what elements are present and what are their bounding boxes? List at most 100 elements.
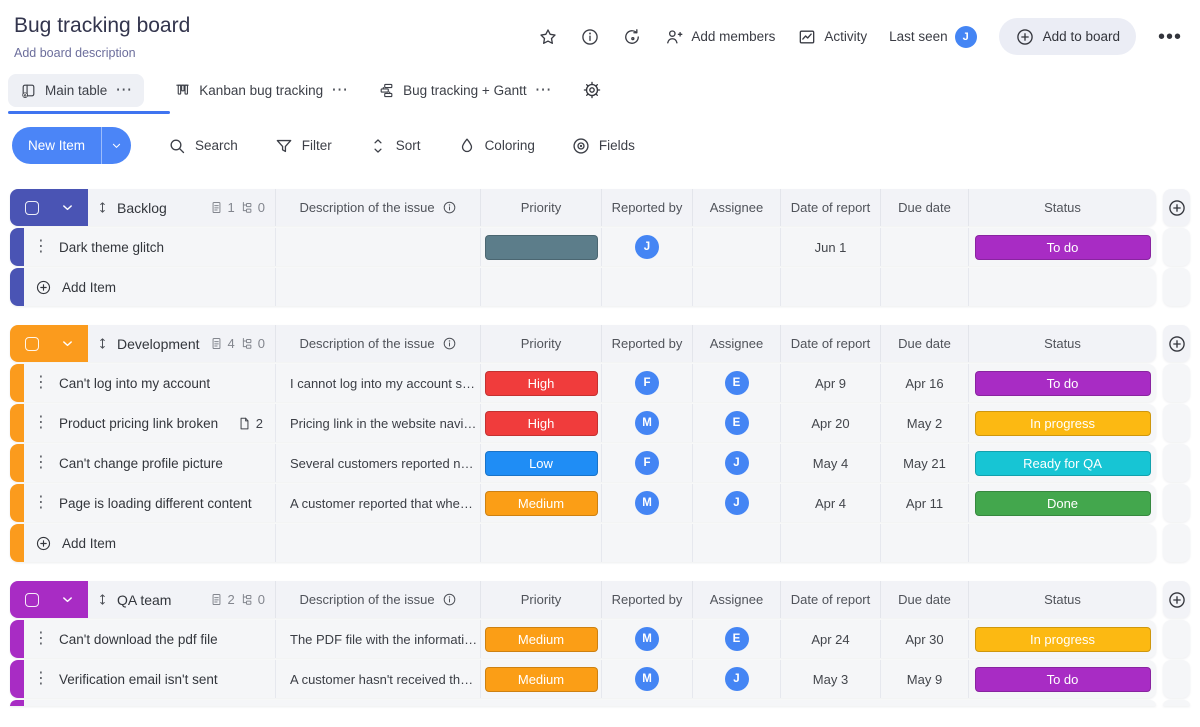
due-date-cell[interactable] bbox=[880, 228, 968, 266]
page-title[interactable]: Bug tracking board bbox=[14, 14, 190, 38]
item-menu-button[interactable]: ⋮ bbox=[33, 375, 49, 391]
description-cell[interactable] bbox=[275, 228, 480, 266]
due-date-cell[interactable]: Apr 30 bbox=[880, 620, 968, 658]
add-item-button[interactable]: Add Item bbox=[24, 524, 275, 562]
column-header-due-date[interactable]: Due date bbox=[880, 581, 968, 618]
person-avatar[interactable]: J bbox=[725, 491, 749, 515]
chevron-down-icon[interactable] bbox=[60, 336, 75, 351]
reported-by-cell[interactable]: J bbox=[601, 228, 692, 266]
due-date-cell[interactable]: May 21 bbox=[880, 444, 968, 482]
person-avatar[interactable]: M bbox=[635, 667, 659, 691]
due-date-cell[interactable]: Apr 16 bbox=[880, 364, 968, 402]
item-menu-button[interactable]: ⋮ bbox=[33, 671, 49, 687]
group-collapse-pill[interactable] bbox=[10, 581, 88, 618]
reported-by-cell[interactable]: M bbox=[601, 484, 692, 522]
person-avatar[interactable]: J bbox=[725, 451, 749, 475]
assignee-cell[interactable]: J bbox=[692, 444, 780, 482]
add-item-button[interactable]: Add Item bbox=[24, 268, 275, 306]
column-header-status[interactable]: Status bbox=[968, 325, 1156, 362]
column-header-reported-by[interactable]: Reported by bbox=[601, 581, 692, 618]
assignee-cell[interactable]: E bbox=[692, 620, 780, 658]
column-header-due-date[interactable]: Due date bbox=[880, 189, 968, 226]
assignee-cell[interactable]: E bbox=[692, 404, 780, 442]
filter-button[interactable]: Filter bbox=[274, 136, 332, 156]
priority-cell[interactable]: Medium bbox=[480, 620, 601, 658]
integrate-button[interactable] bbox=[622, 27, 642, 47]
group-checkbox[interactable] bbox=[25, 201, 39, 215]
person-avatar[interactable]: E bbox=[725, 371, 749, 395]
tab-kanban-bug-tracking[interactable]: Kanban bug tracking ⋯ bbox=[174, 82, 348, 99]
due-date-cell[interactable]: May 2 bbox=[880, 404, 968, 442]
group-checkbox[interactable] bbox=[25, 593, 39, 607]
group-name[interactable]: QA team bbox=[117, 592, 171, 608]
date-of-report-cell[interactable]: Apr 20 bbox=[780, 404, 880, 442]
person-avatar[interactable]: F bbox=[635, 451, 659, 475]
add-to-board-button[interactable]: Add to board bbox=[999, 18, 1136, 55]
item-name[interactable]: Verification email isn't sent bbox=[59, 672, 218, 687]
new-item-dropdown[interactable] bbox=[101, 127, 131, 164]
reported-by-cell[interactable]: F bbox=[601, 364, 692, 402]
column-header-assignee[interactable]: Assignee bbox=[692, 189, 780, 226]
priority-cell[interactable] bbox=[480, 228, 601, 266]
last-seen-avatar[interactable]: J bbox=[955, 26, 977, 48]
due-date-cell[interactable]: Apr 11 bbox=[880, 484, 968, 522]
column-header-date-of-report[interactable]: Date of report bbox=[780, 189, 880, 226]
column-header-priority[interactable]: Priority bbox=[480, 189, 601, 226]
due-date-cell[interactable]: May 9 bbox=[880, 660, 968, 698]
group-name[interactable]: Backlog bbox=[117, 200, 167, 216]
group-collapse-pill[interactable] bbox=[10, 189, 88, 226]
person-avatar[interactable]: M bbox=[635, 411, 659, 435]
status-cell[interactable]: To do bbox=[968, 228, 1156, 266]
column-header-description[interactable]: Description of the issue bbox=[275, 325, 480, 362]
description-cell[interactable]: Pricing link in the website navi… bbox=[275, 404, 480, 442]
date-of-report-cell[interactable]: Apr 24 bbox=[780, 620, 880, 658]
column-header-reported-by[interactable]: Reported by bbox=[601, 189, 692, 226]
item-menu-button[interactable]: ⋮ bbox=[33, 455, 49, 471]
new-item-button[interactable]: New Item bbox=[12, 127, 131, 164]
person-avatar[interactable]: M bbox=[635, 627, 659, 651]
date-of-report-cell[interactable]: May 3 bbox=[780, 660, 880, 698]
drag-handle-icon[interactable] bbox=[95, 336, 110, 351]
priority-cell[interactable]: High bbox=[480, 404, 601, 442]
date-of-report-cell[interactable]: May 4 bbox=[780, 444, 880, 482]
person-avatar[interactable]: F bbox=[635, 371, 659, 395]
column-header-due-date[interactable]: Due date bbox=[880, 325, 968, 362]
new-item-label[interactable]: New Item bbox=[12, 127, 101, 164]
status-cell[interactable]: In progress bbox=[968, 620, 1156, 658]
item-name[interactable]: Dark theme glitch bbox=[59, 240, 164, 255]
date-of-report-cell[interactable]: Apr 4 bbox=[780, 484, 880, 522]
assignee-cell[interactable]: J bbox=[692, 484, 780, 522]
description-cell[interactable]: I cannot log into my account s… bbox=[275, 364, 480, 402]
info-icon[interactable] bbox=[442, 592, 457, 607]
group-checkbox[interactable] bbox=[25, 337, 39, 351]
description-cell[interactable]: A customer hasn't received th… bbox=[275, 660, 480, 698]
status-cell[interactable]: Ready for QA bbox=[968, 444, 1156, 482]
sort-button[interactable]: Sort bbox=[368, 136, 421, 156]
file-count-badge[interactable]: 2 bbox=[237, 416, 263, 431]
item-name[interactable]: Can't change profile picture bbox=[59, 456, 223, 471]
assignee-cell[interactable]: J bbox=[692, 660, 780, 698]
column-header-assignee[interactable]: Assignee bbox=[692, 325, 780, 362]
item-menu-button[interactable]: ⋮ bbox=[33, 631, 49, 647]
last-seen[interactable]: Last seen J bbox=[889, 26, 977, 48]
add-column-button[interactable] bbox=[1163, 189, 1190, 226]
person-avatar[interactable]: E bbox=[725, 411, 749, 435]
item-name[interactable]: Can't log into my account bbox=[59, 376, 210, 391]
favorite-button[interactable] bbox=[538, 27, 558, 47]
info-icon[interactable] bbox=[442, 200, 457, 215]
board-info-button[interactable] bbox=[580, 27, 600, 47]
person-avatar[interactable]: M bbox=[635, 491, 659, 515]
column-header-priority[interactable]: Priority bbox=[480, 581, 601, 618]
person-avatar[interactable]: J bbox=[635, 235, 659, 259]
group-name[interactable]: Development t… bbox=[117, 336, 202, 352]
status-cell[interactable]: Done bbox=[968, 484, 1156, 522]
item-menu-button[interactable]: ⋮ bbox=[33, 239, 49, 255]
item-name[interactable]: Page is loading different content bbox=[59, 496, 252, 511]
column-header-status[interactable]: Status bbox=[968, 581, 1156, 618]
info-icon[interactable] bbox=[442, 336, 457, 351]
reported-by-cell[interactable]: M bbox=[601, 620, 692, 658]
chevron-down-icon[interactable] bbox=[60, 592, 75, 607]
column-header-priority[interactable]: Priority bbox=[480, 325, 601, 362]
person-avatar[interactable]: E bbox=[725, 627, 749, 651]
priority-cell[interactable]: Medium bbox=[480, 660, 601, 698]
